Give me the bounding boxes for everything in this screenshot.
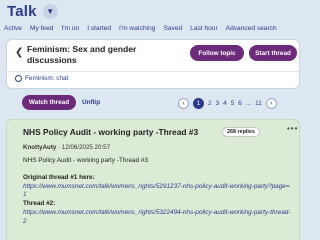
page-link[interactable]: 3: [216, 100, 220, 107]
follow-topic-button[interactable]: Follow topic: [190, 45, 244, 61]
topic-card: ❮ Feminism: Sex and gender discussions F…: [6, 39, 300, 89]
nav-item-saved[interactable]: Saved: [163, 25, 182, 32]
watch-thread-button[interactable]: Watch thread: [22, 95, 76, 110]
chevron-right-icon[interactable]: ›: [265, 97, 277, 109]
post-subtitle: NHS Policy Audit - working party -Thread…: [23, 157, 149, 164]
start-thread-button[interactable]: Start thread: [249, 45, 297, 61]
app-title[interactable]: Talk: [7, 3, 37, 20]
author-line: KnottyAuty · 12/06/2025 20:57: [23, 144, 110, 151]
feminism-chat-link[interactable]: Feminism: chat: [15, 75, 68, 82]
nav-item-active[interactable]: Active: [4, 25, 22, 32]
page-ellipsis: ...: [245, 99, 252, 107]
page-link[interactable]: 4: [223, 100, 227, 107]
chat-icon: [15, 75, 22, 82]
nav-item-my-feed[interactable]: My feed: [30, 25, 53, 32]
post-card: NHS Policy Audit - working party -Thread…: [6, 119, 300, 240]
page-link[interactable]: 2: [208, 100, 212, 107]
post-date: 12/06/2025 20:57: [61, 144, 111, 151]
replies-badge: 268 replies: [222, 127, 260, 137]
chat-link-label: Feminism: chat: [25, 75, 69, 82]
page-link[interactable]: 5: [231, 100, 235, 107]
nav-item-i-started[interactable]: I started: [87, 25, 111, 32]
nav-item-last-hour[interactable]: Last hour: [190, 25, 218, 32]
pagination: ‹ 1 2 3 4 5 6 ... 11 ›: [178, 96, 277, 110]
chevron-down-icon[interactable]: ▼: [42, 3, 58, 19]
topic-divider: [7, 71, 299, 72]
thread2-link[interactable]: https://www.mumsnet.com/talk/womens_righ…: [23, 209, 291, 227]
chevron-left-icon[interactable]: ❮: [15, 47, 23, 58]
chevron-left-icon[interactable]: ‹: [178, 97, 189, 109]
post-title: NHS Policy Audit - working party -Thread…: [23, 127, 199, 137]
more-horizontal-icon[interactable]: •••: [287, 124, 298, 133]
author-separator: ·: [58, 144, 61, 151]
app-header: Talk ▼: [0, 0, 307, 22]
nav-item-im-watching[interactable]: I'm watching: [119, 25, 155, 32]
unflip-button[interactable]: Unflip: [82, 99, 100, 106]
original-thread-label: Original thread #1 here:: [23, 173, 95, 181]
thread2-label: Thread #2:: [23, 200, 56, 208]
nav-item-im-on[interactable]: I'm on: [61, 25, 79, 32]
topic-title: Feminism: Sex and gender discussions: [27, 44, 137, 65]
author-name[interactable]: KnottyAuty: [23, 144, 56, 151]
page-current[interactable]: 1: [193, 97, 204, 109]
talk-nav: Active My feed I'm on I started I'm watc…: [0, 22, 307, 35]
original-thread-link[interactable]: https://www.mumsnet.com/talk/womens_righ…: [23, 183, 291, 201]
nav-item-advanced-search[interactable]: Advanced search: [226, 25, 277, 32]
post-body: NHS Policy Audit - working party -Thread…: [23, 157, 291, 227]
page-link[interactable]: 6: [238, 100, 242, 107]
page-link-last[interactable]: 11: [255, 100, 262, 107]
